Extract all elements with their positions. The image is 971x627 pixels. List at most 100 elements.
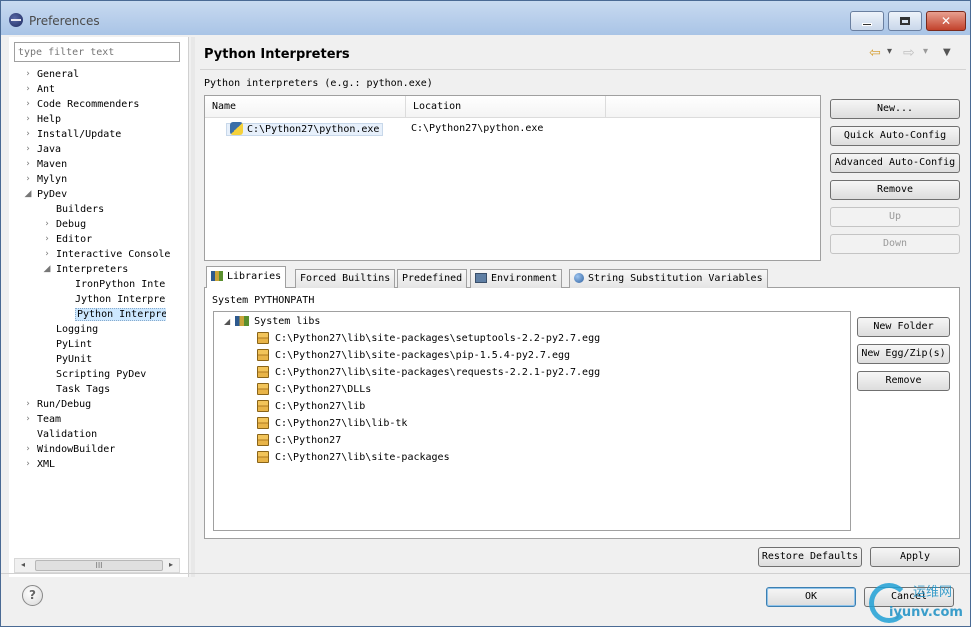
tree-item[interactable]: › General [23,67,79,82]
new-folder-button[interactable]: New Folder [857,317,950,337]
tree-item[interactable]: ◢ PyDev [23,187,68,202]
tree-item[interactable]: › Ant [23,82,55,97]
collapse-arrow-icon[interactable]: ◢ [42,262,52,277]
quick-auto-config-button[interactable]: Quick Auto-Config [830,126,960,146]
expand-arrow-icon[interactable]: › [23,457,33,472]
tree-item[interactable]: Builders [42,202,104,217]
expand-arrow-icon[interactable]: › [23,97,33,112]
remove-lib-button[interactable]: Remove [857,371,950,391]
list-item[interactable]: C:\Python27\lib\lib-tk [257,416,407,431]
pane-sash[interactable] [191,37,195,577]
expand-arrow-icon[interactable]: › [23,142,33,157]
tree-item[interactable]: Task Tags [42,382,110,397]
expand-arrow-icon[interactable]: › [23,412,33,427]
expand-arrow-icon[interactable]: › [23,127,33,142]
tree-item-label: Jython Interpreter [75,294,166,305]
tab-forced-builtins[interactable]: Forced Builtins [295,269,396,288]
tree-item[interactable]: › WindowBuilder [23,442,115,457]
table-row[interactable]: C:\Python27\python.exe [226,122,384,136]
tree-item[interactable]: PyLint [42,337,92,352]
expand-arrow-icon[interactable]: › [23,397,33,412]
minimize-button[interactable] [850,11,884,31]
tree-item[interactable]: › Debug [42,217,86,232]
expand-arrow-icon[interactable]: › [23,157,33,172]
column-header-name[interactable]: Name [205,96,406,118]
tree-item[interactable]: › Team [23,412,61,427]
filter-input[interactable] [14,42,180,62]
tree-item[interactable]: ◢ Interpreters [42,262,129,277]
restore-defaults-button[interactable]: Restore Defaults [758,547,862,567]
list-item[interactable]: C:\Python27\DLLs [257,382,371,397]
scroll-right-icon[interactable]: ▸ [164,560,178,571]
system-libs-tree[interactable]: ◢ System libs C:\Python27\lib\site-packag… [213,311,851,531]
new-egg-zip-button[interactable]: New Egg/Zip(s) [857,344,950,364]
tree-item[interactable]: Jython Interpreter [61,292,166,307]
tree-item[interactable]: IronPython Interpre [61,277,166,292]
list-item[interactable]: C:\Python27\lib [257,399,365,414]
forward-menu-icon[interactable]: ▾ [923,46,928,57]
library-jar-icon [257,383,269,395]
expand-arrow-icon[interactable]: › [42,217,52,232]
interpreters-table[interactable]: Name Location C:\Python27\python.exe C:\… [204,95,821,261]
minimize-icon [862,22,872,26]
column-header-location[interactable]: Location [406,96,606,118]
help-icon[interactable]: ? [22,585,43,606]
back-arrow-icon[interactable]: ⇦ [869,45,881,61]
library-path: C:\Python27\lib\site-packages\setuptools… [275,333,601,344]
tab-string-substitution[interactable]: String Substitution Variables [569,269,768,288]
tab-libraries[interactable]: Libraries [206,266,287,288]
expand-arrow-icon[interactable]: › [23,172,33,187]
tree-item[interactable]: Scripting PyDev [42,367,146,382]
expand-arrow-icon[interactable]: › [23,442,33,457]
library-jar-icon [257,332,269,344]
title-bar[interactable]: Preferences ✕ [1,1,970,35]
list-item[interactable]: C:\Python27\lib\site-packages\pip-1.5.4-… [257,348,570,363]
maximize-button[interactable] [888,11,922,31]
view-menu-icon[interactable]: ▼ [943,47,951,58]
tab-environment[interactable]: Environment [470,269,563,288]
advanced-auto-config-button[interactable]: Advanced Auto-Config [830,153,960,173]
tree-item[interactable]: Python Interpreter [61,307,166,322]
tree-horizontal-scrollbar[interactable]: ◂ III ▸ [14,558,180,573]
remove-interpreter-button[interactable]: Remove [830,180,960,200]
back-menu-icon[interactable]: ▾ [887,46,892,57]
close-button[interactable]: ✕ [926,11,966,31]
tree-item[interactable]: PyUnit [42,352,92,367]
tree-item[interactable]: › Install/Update [23,127,121,142]
apply-button[interactable]: Apply [870,547,960,567]
tree-item-label: PyDev [37,189,68,200]
expand-arrow-icon[interactable]: › [23,112,33,127]
tree-item[interactable]: › XML [23,457,55,472]
ok-button[interactable]: OK [766,587,856,607]
interpreter-name-cell[interactable]: C:\Python27\python.exe [226,122,384,136]
tab-predefined[interactable]: Predefined [397,269,468,288]
tree-item[interactable]: › Editor [42,232,92,247]
expand-arrow-icon[interactable]: ◢ [224,317,230,326]
tree-item[interactable]: › Mylyn [23,172,67,187]
tree-item-label: Builders [56,204,105,215]
expand-arrow-icon[interactable]: › [42,232,52,247]
scroll-thumb[interactable]: III [35,560,163,571]
list-item[interactable]: C:\Python27 [257,433,341,448]
list-item[interactable]: C:\Python27\lib\site-packages\setuptools… [257,331,600,346]
expand-arrow-icon[interactable]: › [23,82,33,97]
tree-item[interactable]: › Help [23,112,61,127]
up-button[interactable]: Up [830,207,960,227]
tree-item[interactable]: Logging [42,322,98,337]
expand-arrow-icon[interactable]: › [42,247,52,262]
tree-item[interactable]: › Code Recommenders [23,97,139,112]
tree-item[interactable]: › Interactive Console [42,247,170,262]
tree-item[interactable]: › Maven [23,157,67,172]
collapse-arrow-icon[interactable]: ◢ [23,187,33,202]
tree-item[interactable]: Validation [23,427,97,442]
system-libs-node[interactable]: ◢ System libs [224,314,320,329]
down-button[interactable]: Down [830,234,960,254]
scroll-left-icon[interactable]: ◂ [16,560,30,571]
forward-arrow-icon[interactable]: ⇨ [903,45,915,61]
tree-item[interactable]: › Java [23,142,61,157]
tree-item[interactable]: › Run/Debug [23,397,91,412]
expand-arrow-icon[interactable]: › [23,67,33,82]
new-interpreter-button[interactable]: New... [830,99,960,119]
list-item[interactable]: C:\Python27\lib\site-packages\requests-2… [257,365,600,380]
list-item[interactable]: C:\Python27\lib\site-packages [257,450,450,465]
